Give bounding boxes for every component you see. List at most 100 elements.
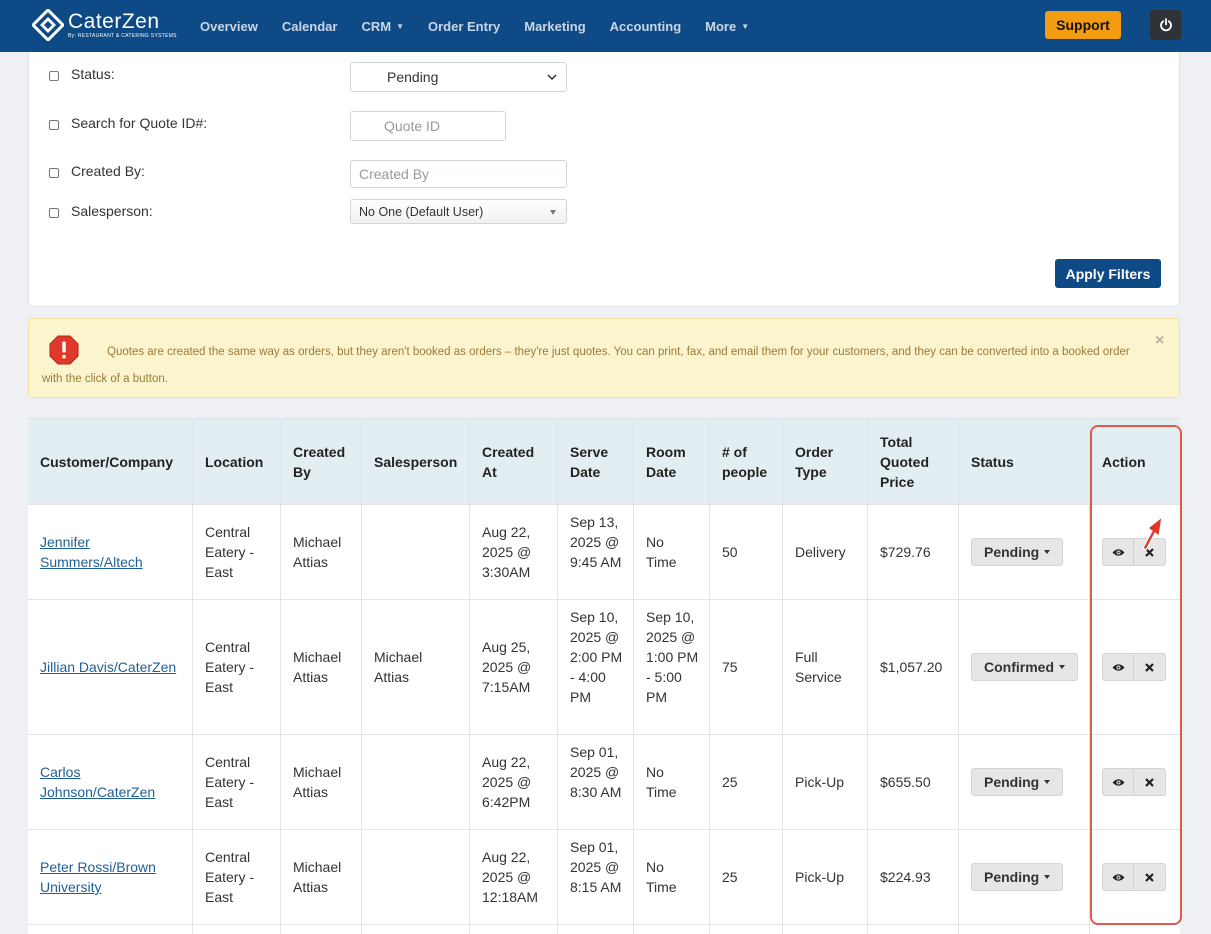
nav-marketing[interactable]: Marketing xyxy=(524,19,585,34)
support-button[interactable]: Support xyxy=(1045,11,1121,39)
status-filter-label: Status: xyxy=(71,66,115,82)
order-type-cell: Pick-Up xyxy=(795,869,845,885)
created-at-cell: Aug 22, 2025 @ 3:30AM xyxy=(482,524,532,580)
quotes-table: Customer/Company Location Created By Sal… xyxy=(28,418,1180,934)
created-at-cell: Aug 25, 2025 @ 7:15AM xyxy=(482,639,532,695)
nav-accounting[interactable]: Accounting xyxy=(610,19,682,34)
filter-created-by-row: Created By: xyxy=(49,163,145,179)
created-at-cell: Aug 22, 2025 @ 12:18AM xyxy=(482,849,539,905)
filter-status-row: Status: xyxy=(49,66,115,82)
action-column-highlight xyxy=(1090,425,1182,925)
header-room-date[interactable]: Room Date xyxy=(646,442,696,482)
header-created-by[interactable]: Created By xyxy=(293,442,353,482)
created-by-cell: Michael Attias xyxy=(293,859,342,895)
quote-id-filter-label: Search for Quote ID#: xyxy=(71,115,208,131)
caret-down-icon: ▼ xyxy=(396,21,404,31)
logout-button[interactable] xyxy=(1150,10,1181,40)
brand-subtitle: By: RESTAURANT & CATERING SYSTEMS xyxy=(68,33,177,39)
header-order-type[interactable]: Order Type xyxy=(795,442,845,482)
caret-down-icon xyxy=(1044,550,1051,554)
serve-date-cell: Sep 01, 2025 @ 8:30 AM xyxy=(570,744,622,800)
logo-icon xyxy=(30,7,66,43)
alert-message: Quotes are created the same way as order… xyxy=(42,346,1130,385)
room-date-cell: No Time xyxy=(646,764,677,800)
order-type-cell: Pick-Up xyxy=(795,774,845,790)
info-alert: Quotes are created the same way as order… xyxy=(28,318,1180,398)
close-icon[interactable]: × xyxy=(1155,332,1164,350)
quote-id-input[interactable]: Quote ID xyxy=(350,111,506,141)
nav-more[interactable]: More ▼ xyxy=(705,19,749,34)
location-cell: Central Eatery - East xyxy=(205,639,255,695)
status-filter-checkbox[interactable] xyxy=(49,71,59,81)
nav-calendar[interactable]: Calendar xyxy=(282,19,338,34)
created-by-cell: Michael Attias xyxy=(293,649,342,685)
header-created-at[interactable]: Created At xyxy=(482,442,542,482)
salesperson-filter-label: Salesperson: xyxy=(71,203,153,219)
location-cell: Central Eatery - East xyxy=(205,849,255,905)
salesperson-filter-checkbox[interactable] xyxy=(49,208,59,218)
caret-down-icon xyxy=(1044,780,1051,784)
room-date-cell: No Time xyxy=(646,859,677,895)
status-dropdown[interactable]: Pending xyxy=(971,538,1064,566)
top-navbar: CaterZen By: RESTAURANT & CATERING SYSTE… xyxy=(0,0,1211,52)
serve-date-cell: Sep 13, 2025 @ 9:45 AM xyxy=(570,514,622,570)
pointer-arrow-icon xyxy=(1142,516,1163,551)
header-salesperson[interactable]: Salesperson xyxy=(374,452,457,472)
created-by-filter-checkbox[interactable] xyxy=(49,168,59,178)
room-date-cell: No Time xyxy=(646,534,677,570)
customer-link[interactable]: Peter Rossi/Brown University xyxy=(40,857,185,897)
header-status[interactable]: Status xyxy=(971,452,1014,472)
quote-id-filter-checkbox[interactable] xyxy=(49,120,59,130)
customer-link[interactable]: Jennifer Summers/Altech xyxy=(40,532,185,572)
caret-down-icon xyxy=(1059,665,1065,669)
order-type-cell: Full Service xyxy=(795,649,842,685)
status-dropdown[interactable]: Pending xyxy=(971,768,1064,796)
serve-date-cell: Sep 01, 2025 @ 8:15 AM xyxy=(570,839,622,895)
price-cell: $655.50 xyxy=(880,774,931,790)
price-cell: $224.93 xyxy=(880,869,931,885)
customer-link[interactable]: Carlos Johnson/CaterZen xyxy=(40,762,185,802)
filter-quote-id-row: Search for Quote ID#: xyxy=(49,115,207,131)
status-select[interactable]: Pending xyxy=(350,62,567,92)
header-location[interactable]: Location xyxy=(205,452,263,472)
location-cell: Central Eatery - East xyxy=(205,524,255,580)
status-dropdown[interactable]: Confirmed xyxy=(971,653,1078,681)
header-serve-date[interactable]: Serve Date xyxy=(570,442,620,482)
price-cell: $1,057.20 xyxy=(880,659,943,675)
people-cell: 75 xyxy=(722,659,738,675)
created-by-cell: Michael Attias xyxy=(293,764,342,800)
filter-salesperson-row: Salesperson: xyxy=(49,203,153,219)
nav-order-entry[interactable]: Order Entry xyxy=(428,19,500,34)
main-nav: Overview Calendar CRM ▼ Order Entry Marke… xyxy=(188,0,761,52)
people-cell: 25 xyxy=(722,774,738,790)
status-select-value: Pending xyxy=(387,69,439,85)
power-icon xyxy=(1159,18,1172,32)
header-price[interactable]: Total Quoted Price xyxy=(880,432,940,492)
location-cell: Central Eatery - East xyxy=(205,754,255,810)
people-cell: 25 xyxy=(722,869,738,885)
nav-overview[interactable]: Overview xyxy=(200,19,258,34)
room-date-cell: Sep 10, 2025 @ 1:00 PM - 5:00 PM xyxy=(646,609,699,705)
filters-panel: Status: Pending Search for Quote ID#: Qu… xyxy=(28,52,1180,307)
price-cell: $729.76 xyxy=(880,544,931,560)
header-customer[interactable]: Customer/Company xyxy=(40,452,173,472)
salesperson-select[interactable]: No One (Default User) xyxy=(350,199,567,224)
header-people[interactable]: # of people xyxy=(722,442,777,482)
caterzen-logo[interactable]: CaterZen By: RESTAURANT & CATERING SYSTE… xyxy=(30,7,177,43)
created-by-filter-label: Created By: xyxy=(71,163,145,179)
nav-crm[interactable]: CRM ▼ xyxy=(361,19,404,34)
caret-down-icon: ▼ xyxy=(741,21,750,31)
caret-down-icon xyxy=(550,210,556,215)
created-by-cell: Michael Attias xyxy=(293,534,342,570)
caret-down-icon xyxy=(1044,875,1051,879)
brand-name: CaterZen xyxy=(68,10,160,33)
status-dropdown[interactable]: Pending xyxy=(971,863,1064,891)
customer-link[interactable]: Jillian Davis/CaterZen xyxy=(40,657,190,677)
order-type-cell: Delivery xyxy=(795,544,846,560)
chevron-down-icon xyxy=(547,74,557,81)
created-by-input[interactable]: Created By xyxy=(350,160,567,188)
serve-date-cell: Sep 10, 2025 @ 2:00 PM - 4:00 PM xyxy=(570,609,623,705)
people-cell: 50 xyxy=(722,544,738,560)
apply-filters-button[interactable]: Apply Filters xyxy=(1055,259,1161,288)
created-at-cell: Aug 22, 2025 @ 6:42PM xyxy=(482,754,532,810)
